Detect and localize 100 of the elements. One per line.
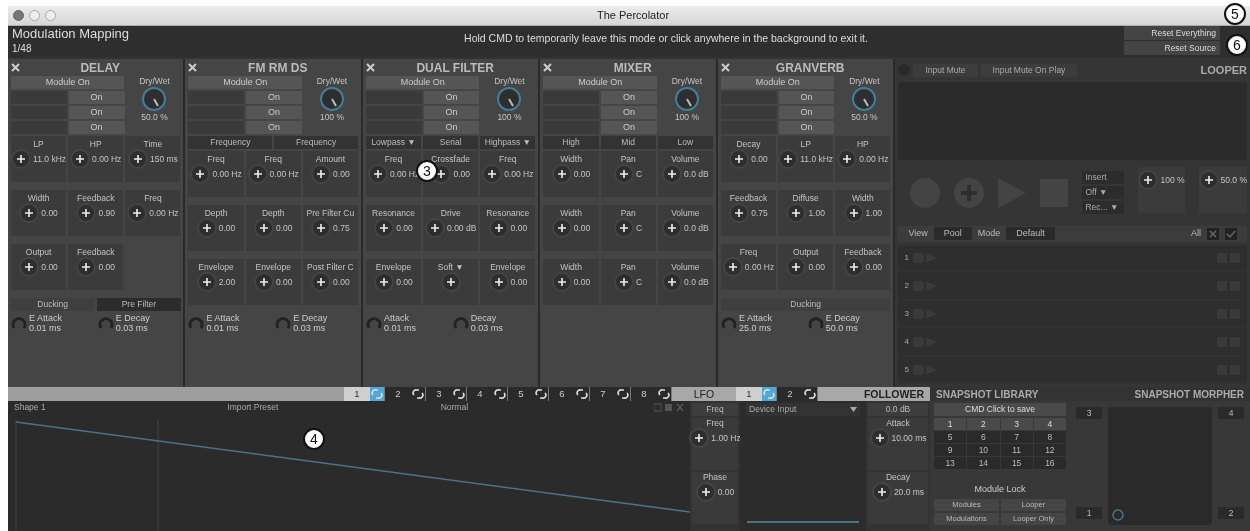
knob[interactable]: [196, 272, 217, 292]
link-icon[interactable]: [493, 387, 507, 401]
link-icon[interactable]: [616, 387, 630, 401]
modulation-tab[interactable]: 8: [631, 387, 672, 401]
preset-selector[interactable]: Import Preset: [227, 401, 435, 414]
on-toggle[interactable]: On: [246, 121, 302, 134]
modulation-tab[interactable]: 6: [549, 387, 590, 401]
knob[interactable]: [786, 257, 807, 277]
close-icon[interactable]: [543, 63, 553, 72]
knob[interactable]: [311, 218, 332, 238]
close-icon[interactable]: [365, 63, 375, 72]
input-mute-button[interactable]: Input Mute: [913, 63, 978, 77]
module-toggle[interactable]: Module On: [720, 76, 835, 89]
knob[interactable]: [729, 149, 750, 169]
check-all-icon[interactable]: [1225, 227, 1237, 240]
knob[interactable]: [662, 272, 683, 292]
on-toggle[interactable]: On: [68, 91, 125, 104]
mode-selector[interactable]: Low: [657, 136, 713, 149]
link-icon[interactable]: [575, 387, 589, 401]
knob[interactable]: [488, 272, 509, 292]
on-toggle[interactable]: On: [601, 91, 657, 104]
mode-selector[interactable]: High: [543, 136, 599, 149]
snapshot-slot[interactable]: 12: [1033, 444, 1066, 456]
on-toggle[interactable]: On: [246, 106, 302, 119]
knob[interactable]: [76, 203, 97, 223]
input-selector[interactable]: Device Input: [746, 403, 860, 416]
mode-selector[interactable]: Highpass ▼: [480, 136, 536, 149]
knob[interactable]: [482, 164, 503, 184]
knob[interactable]: [19, 203, 40, 223]
link-icon[interactable]: [657, 387, 671, 401]
module-toggle[interactable]: Module On: [188, 76, 302, 89]
knob[interactable]: [1198, 169, 1219, 190]
snapshot-slot[interactable]: 9: [934, 444, 967, 456]
knob[interactable]: [70, 149, 91, 169]
on-toggle[interactable]: On: [423, 106, 480, 119]
knob[interactable]: [127, 149, 148, 169]
snapshot-slot[interactable]: 16: [1033, 457, 1066, 469]
knob[interactable]: [367, 164, 388, 184]
follower-tab[interactable]: 2: [777, 387, 818, 401]
knob[interactable]: [247, 164, 268, 184]
snapshot-slot[interactable]: 5: [934, 431, 967, 443]
module-toggle[interactable]: Module On: [11, 76, 125, 89]
on-toggle[interactable]: On: [68, 121, 125, 134]
mode-selector[interactable]: Default: [1006, 227, 1055, 240]
option-toggle[interactable]: Pre Filter: [97, 298, 181, 311]
morph-handle[interactable]: [1112, 509, 1124, 521]
link-icon[interactable]: [803, 387, 817, 401]
mute-toggle[interactable]: [543, 106, 600, 119]
snapshot-slot[interactable]: 10: [967, 444, 1000, 456]
knob[interactable]: [488, 218, 509, 238]
knob[interactable]: [614, 218, 635, 238]
knob[interactable]: [253, 218, 274, 238]
on-toggle[interactable]: On: [68, 106, 125, 119]
knob[interactable]: [778, 149, 799, 169]
knob[interactable]: [614, 164, 635, 184]
dry-wet-knob[interactable]: [496, 86, 523, 112]
knob[interactable]: [19, 257, 40, 277]
knob[interactable]: [729, 203, 750, 223]
snapshot-slot[interactable]: 2: [967, 418, 1000, 430]
knob[interactable]: [722, 257, 743, 277]
knob[interactable]: [1138, 169, 1159, 190]
knob[interactable]: [425, 218, 446, 238]
mute-toggle[interactable]: [188, 106, 245, 119]
knob[interactable]: [551, 164, 572, 184]
dry-wet-knob[interactable]: [141, 86, 168, 112]
clear-all-icon[interactable]: [1207, 227, 1219, 240]
mute-toggle[interactable]: [543, 91, 600, 104]
snapshot-slot[interactable]: 1: [934, 418, 967, 430]
knob[interactable]: [871, 482, 892, 502]
knob[interactable]: [253, 272, 274, 292]
snapshot-slot[interactable]: 13: [934, 457, 967, 469]
modulation-tab[interactable]: 7: [590, 387, 631, 401]
knob[interactable]: [76, 257, 97, 277]
mode-selector[interactable]: Lowpass ▼: [365, 136, 422, 149]
knob[interactable]: [662, 164, 683, 184]
reset-button[interactable]: Reset Everything: [1124, 26, 1220, 40]
modulation-tab[interactable]: 3: [426, 387, 467, 401]
knob[interactable]: [843, 257, 864, 277]
knob[interactable]: [662, 218, 683, 238]
knob[interactable]: [127, 203, 148, 223]
mute-toggle[interactable]: [543, 121, 600, 134]
view-selector[interactable]: Pool: [933, 227, 972, 240]
on-toggle[interactable]: On: [601, 121, 657, 134]
knob[interactable]: [196, 218, 217, 238]
on-toggle[interactable]: On: [246, 91, 302, 104]
snapshot-slot[interactable]: 8: [1033, 431, 1066, 443]
looper-dropdown[interactable]: Rec... ▼: [1082, 201, 1125, 214]
knob[interactable]: [869, 428, 890, 448]
knob[interactable]: [614, 272, 635, 292]
mute-toggle[interactable]: [188, 121, 245, 134]
snapshot-slot[interactable]: 14: [967, 457, 1000, 469]
knob[interactable]: [689, 428, 710, 448]
on-toggle[interactable]: On: [778, 106, 835, 119]
knob[interactable]: [11, 149, 32, 169]
on-toggle[interactable]: On: [778, 121, 835, 134]
shape-selector[interactable]: Shape 1: [14, 401, 222, 414]
rate-mode-button[interactable]: Freq: [692, 403, 738, 416]
on-toggle[interactable]: On: [423, 121, 480, 134]
modulation-tab[interactable]: 1: [344, 387, 385, 401]
input-mute-button[interactable]: Input Mute On Play: [980, 63, 1078, 77]
